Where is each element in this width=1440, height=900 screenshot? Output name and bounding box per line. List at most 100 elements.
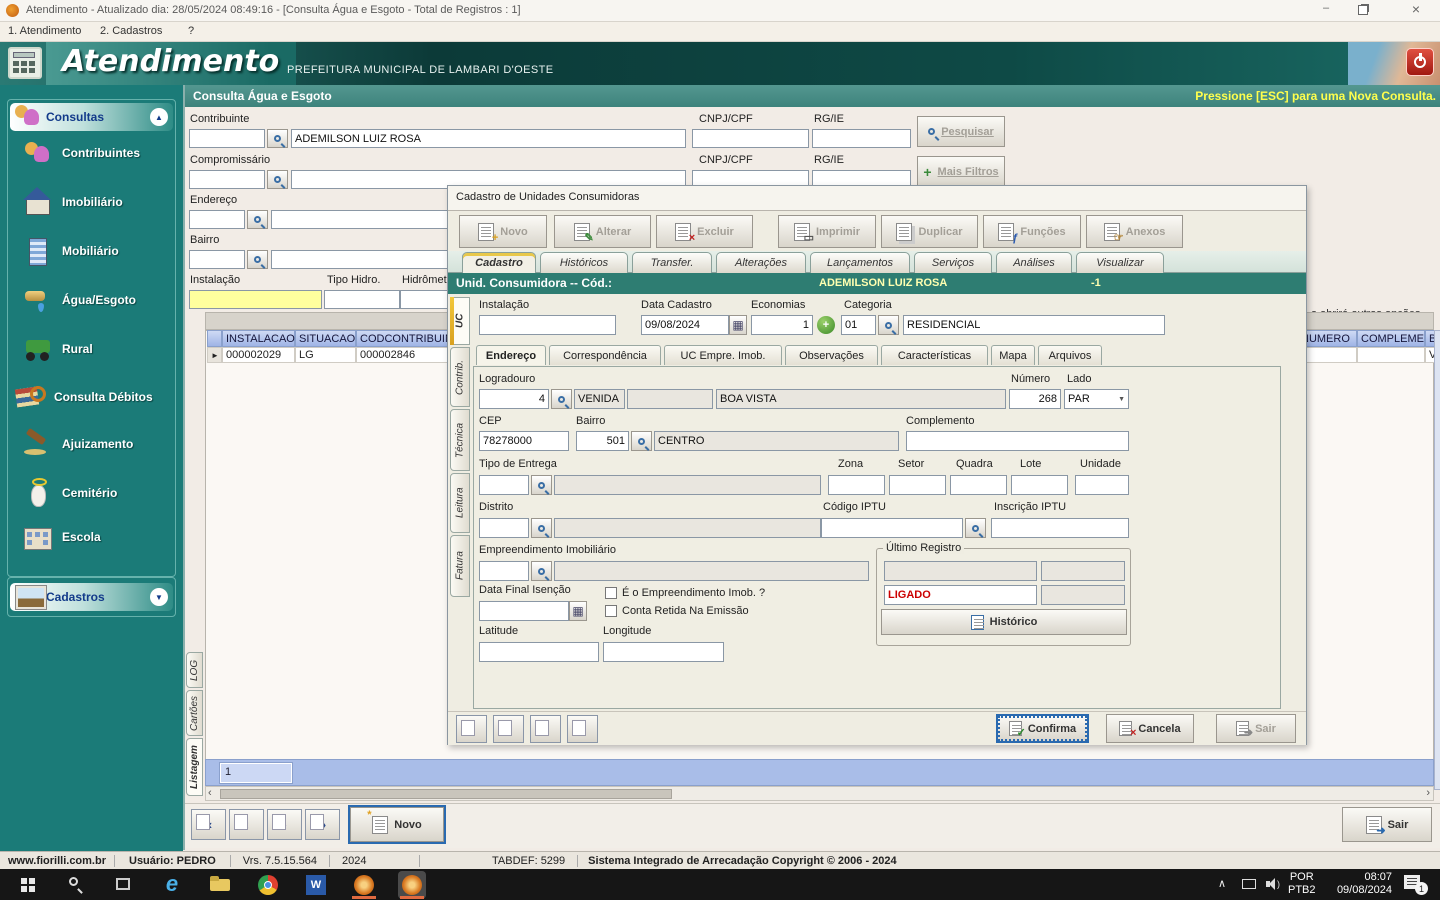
sidebar-item-contribuintes[interactable]: Contribuintes <box>22 133 172 173</box>
toolbar-anexos-button[interactable]: ☞Anexos <box>1086 215 1183 248</box>
record-prev-button[interactable]: ‹ <box>229 809 264 840</box>
economias-input[interactable] <box>751 315 813 335</box>
sidebar-item-agua-esgoto[interactable]: Água/Esgoto <box>22 280 172 320</box>
bairro-code-input[interactable] <box>189 250 245 269</box>
tab-log[interactable]: LOG <box>186 652 203 688</box>
lote-input[interactable] <box>1011 475 1068 495</box>
subtab-uc-empre-imob[interactable]: UC Empre. Imob. <box>664 345 782 365</box>
modal-record-first-button[interactable]: « <box>456 715 487 743</box>
uc-instalacao-input[interactable] <box>479 315 616 335</box>
historico-button[interactable]: Histórico <box>881 609 1127 635</box>
sidebar-item-rural[interactable]: Rural <box>22 329 172 369</box>
word-icon[interactable]: W <box>302 871 330 899</box>
codigo-iptu-input[interactable] <box>821 518 963 538</box>
internet-explorer-icon[interactable]: e <box>158 871 186 899</box>
main-sair-button[interactable]: ➜ Sair <box>1342 807 1432 842</box>
pesquisar-button[interactable]: Pesquisar <box>917 116 1005 147</box>
contribuinte-rg-input[interactable] <box>812 129 911 148</box>
clock[interactable]: 08:07 09/08/2024 <box>1322 871 1392 897</box>
sidebar-item-cemiterio[interactable]: Cemitério <box>22 473 172 513</box>
cep-input[interactable] <box>479 431 569 451</box>
tab-visualizar[interactable]: Visualizar <box>1076 252 1164 273</box>
latitude-input[interactable] <box>479 642 599 662</box>
grid-cell-complemento[interactable] <box>1357 347 1425 363</box>
toolbar-excluir-button[interactable]: ×Excluir <box>656 215 753 248</box>
toolbar-novo-button[interactable]: +Novo <box>459 215 547 248</box>
sidebar-item-imobiliario[interactable]: Imobiliário <box>22 182 172 222</box>
chevron-up-icon[interactable]: ▲ <box>150 108 168 126</box>
tab-lancamentos[interactable]: Lançamentos <box>810 252 910 273</box>
data-final-isencao-input[interactable] <box>479 601 569 621</box>
grid-cell-situacao[interactable]: LG <box>295 347 356 363</box>
task-view-icon[interactable] <box>110 871 138 899</box>
record-first-button[interactable]: « <box>191 809 226 840</box>
tab-alteracoes[interactable]: Alterações <box>716 252 806 273</box>
numero-input[interactable] <box>1009 389 1061 409</box>
endereco-search-button[interactable] <box>247 210 268 229</box>
subtab-endereco[interactable]: Endereço <box>476 345 546 365</box>
endereco-code-input[interactable] <box>189 210 245 229</box>
network-icon[interactable] <box>1242 879 1256 889</box>
tab-listagem[interactable]: Listagem <box>186 738 203 796</box>
categoria-name-input[interactable] <box>903 315 1165 335</box>
contribuinte-name-input[interactable] <box>291 129 686 148</box>
subtab-correspondencia[interactable]: Correspondência <box>549 345 661 365</box>
sidebar-group-consultas[interactable]: Consultas ▲ <box>10 103 173 131</box>
tab-servicos[interactable]: Serviços <box>914 252 992 273</box>
contribuinte-code-input[interactable] <box>189 129 265 148</box>
sidebar-item-ajuizamento[interactable]: Ajuizamento <box>22 424 172 464</box>
empreendimento-code-input[interactable] <box>479 561 529 581</box>
subtab-arquivos[interactable]: Arquivos <box>1038 345 1102 365</box>
mais-filtros-button[interactable]: + Mais Filtros <box>917 156 1005 187</box>
cancela-button[interactable]: × Cancela <box>1106 714 1194 743</box>
modal-record-last-button[interactable]: » <box>567 715 598 743</box>
grid-row-marker-cell[interactable]: ► <box>207 347 222 363</box>
lado-select[interactable]: PAR ▼ <box>1064 389 1129 409</box>
tab-transfer[interactable]: Transfer. <box>632 252 712 273</box>
taskbar-search-icon[interactable] <box>62 871 90 899</box>
categoria-code-input[interactable] <box>841 315 876 335</box>
sidebar-item-consulta-debitos[interactable]: Consulta Débitos <box>14 377 164 417</box>
zona-input[interactable] <box>828 475 885 495</box>
scroll-thumb[interactable] <box>220 789 672 799</box>
vertical-scrollbar[interactable] <box>1434 330 1440 790</box>
setor-input[interactable] <box>889 475 946 495</box>
data-cadastro-calendar-button[interactable]: ▦ <box>729 315 747 335</box>
toolbar-imprimir-button[interactable]: ▭Imprimir <box>778 215 876 248</box>
conta-retida-checkbox[interactable] <box>605 605 617 617</box>
compromissario-search-button[interactable] <box>267 170 288 189</box>
record-last-button[interactable]: » <box>305 809 340 840</box>
grid-cell-codcontribuinte[interactable]: 000002846 <box>356 347 449 363</box>
unidade-input[interactable] <box>1075 475 1129 495</box>
tray-chevron-icon[interactable]: ∧ <box>1218 877 1226 890</box>
empreendimento-search-button[interactable] <box>531 561 552 581</box>
scroll-left-arrow[interactable]: ‹ <box>208 787 212 799</box>
modal-record-next-button[interactable]: › <box>530 715 561 743</box>
subtab-observacoes[interactable]: Observações <box>785 345 878 365</box>
grid-cell-instalacao[interactable]: 000002029 <box>222 347 295 363</box>
contribuinte-cnpj-input[interactable] <box>692 129 809 148</box>
sidebar-group-cadastros[interactable]: Cadastros ▼ <box>10 583 173 611</box>
logoff-icon[interactable] <box>1406 48 1434 76</box>
side-tab-tecnica[interactable]: Técnica <box>450 409 470 471</box>
toolbar-funcoes-button[interactable]: ƒFunções <box>983 215 1081 248</box>
distrito-search-button[interactable] <box>531 518 552 538</box>
chrome-icon[interactable] <box>254 871 282 899</box>
empreendimento-checkbox[interactable] <box>605 587 617 599</box>
fiorilli-app-icon[interactable] <box>350 871 378 899</box>
language-indicator[interactable]: POR PTB2 <box>1288 871 1316 897</box>
tab-cartoes[interactable]: Cartões <box>186 690 203 736</box>
menu-cadastros[interactable]: 2. Cadastros <box>100 25 162 37</box>
minimize-button[interactable]: – <box>1310 2 1342 20</box>
grid-header-codcontribuinte[interactable]: CODCONTRIBUIN <box>356 330 449 347</box>
tab-historicos[interactable]: Históricos <box>540 252 628 273</box>
record-next-button[interactable]: › <box>267 809 302 840</box>
side-tab-contrib[interactable]: Contrib. <box>450 347 470 407</box>
sidebar-item-escola[interactable]: Escola <box>22 517 172 557</box>
tipo-hidro-input[interactable] <box>324 290 400 309</box>
start-button[interactable] <box>14 871 42 899</box>
grid-header-complemento[interactable]: COMPLEME <box>1357 330 1425 347</box>
menu-help[interactable]: ? <box>188 25 194 37</box>
longitude-input[interactable] <box>603 642 724 662</box>
categoria-search-button[interactable] <box>878 315 899 335</box>
